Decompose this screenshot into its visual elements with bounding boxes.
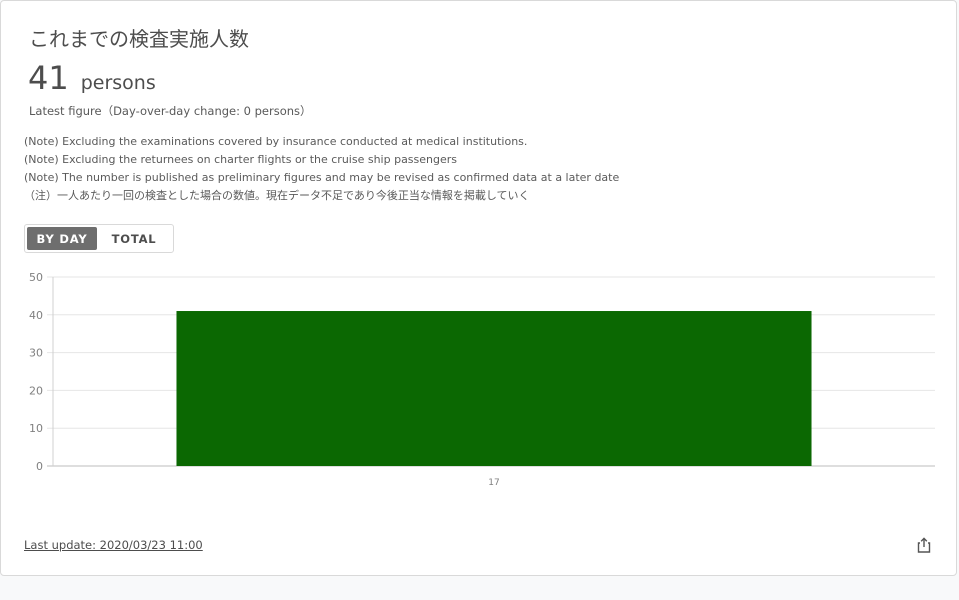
card-title: これまでの検査実施人数	[29, 27, 249, 51]
y-tick-label: 0	[36, 460, 43, 473]
by-day-button[interactable]: BY DAY	[27, 227, 98, 250]
y-tick-label: 30	[29, 347, 43, 360]
bar-chart: 0 10 20 30 40 50 17	[29, 271, 935, 488]
last-update-link[interactable]: Last update: 2020/03/23 11:00	[24, 538, 203, 552]
y-tick-label: 10	[29, 422, 43, 435]
notes-list: (Note) Excluding the examinations covere…	[24, 133, 619, 205]
data-view-toggle: BY DAY TOTAL	[24, 224, 174, 253]
y-tick-label: 20	[29, 384, 43, 397]
figure-value: 41	[28, 59, 69, 97]
y-tick-label: 40	[29, 309, 43, 322]
note-item: (Note) Excluding the returnees on charte…	[24, 153, 458, 166]
latest-figure-note: Latest figure（Day-over-day change: 0 per…	[29, 104, 312, 118]
test-count-card: これまでの検査実施人数 41 persons Latest figure（Day…	[0, 0, 957, 576]
bar	[176, 311, 812, 466]
x-tick-label: 17	[488, 478, 499, 488]
note-item: (Note) Excluding the examinations covere…	[24, 135, 528, 148]
y-tick-label: 50	[29, 271, 43, 284]
total-button[interactable]: TOTAL	[97, 227, 171, 250]
note-item: (Note) The number is published as prelim…	[24, 171, 620, 184]
headline-figure: 41 persons	[28, 59, 156, 97]
share-icon[interactable]	[915, 536, 933, 554]
figure-unit: persons	[80, 72, 156, 94]
note-item: （注）一人あたり一回の検査とした場合の数値。現在データ不足であり今後正当な情報を…	[24, 189, 530, 202]
